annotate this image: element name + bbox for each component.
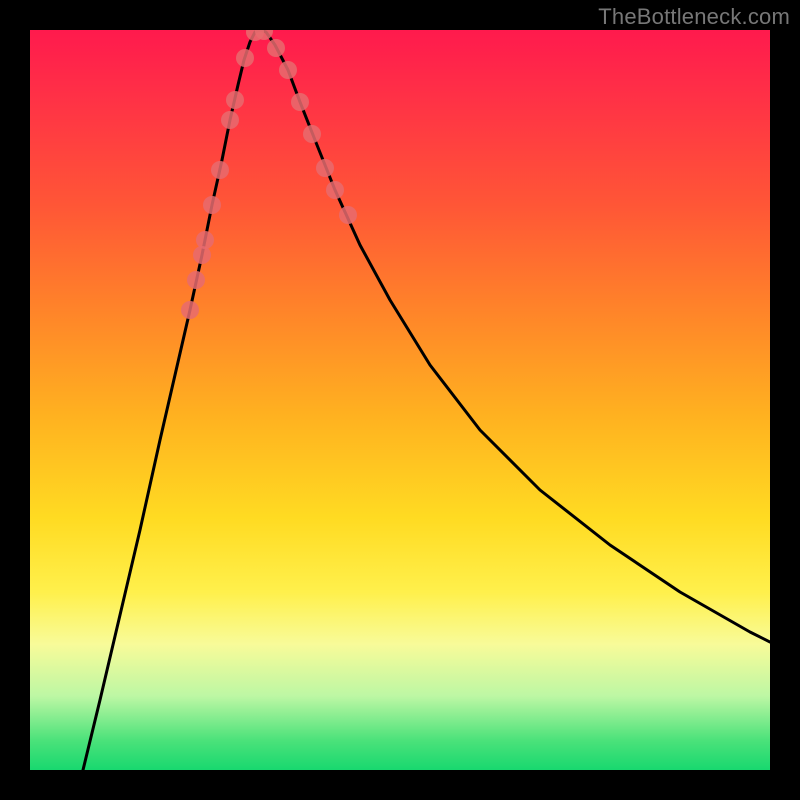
highlight-marker xyxy=(196,231,214,249)
highlight-marker xyxy=(316,159,334,177)
highlight-marker xyxy=(303,125,321,143)
highlight-marker xyxy=(236,49,254,67)
watermark-text: TheBottleneck.com xyxy=(598,4,790,30)
highlight-marker xyxy=(339,206,357,224)
highlight-marker xyxy=(291,93,309,111)
highlight-marker xyxy=(326,181,344,199)
highlight-marker xyxy=(181,301,199,319)
plot-area xyxy=(30,30,770,770)
chart-frame: TheBottleneck.com xyxy=(0,0,800,800)
highlight-marker xyxy=(187,271,205,289)
highlight-marker xyxy=(193,246,211,264)
highlight-marker xyxy=(211,161,229,179)
highlight-marker xyxy=(226,91,244,109)
highlight-marker xyxy=(221,111,239,129)
curve-svg xyxy=(30,30,770,770)
highlight-marker xyxy=(203,196,221,214)
highlight-marker xyxy=(279,61,297,79)
highlight-markers xyxy=(181,30,357,319)
highlight-marker xyxy=(267,39,285,57)
bottleneck-curve xyxy=(83,30,770,770)
